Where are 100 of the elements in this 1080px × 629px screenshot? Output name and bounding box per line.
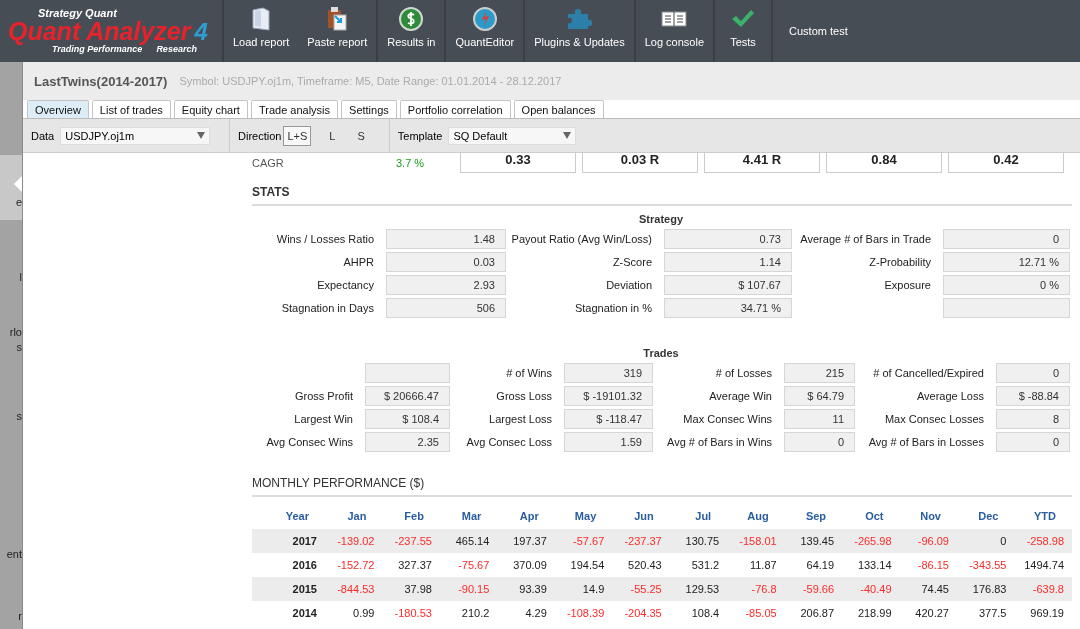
column-header: Year — [252, 503, 325, 529]
tab[interactable]: Portfolio correlation — [399, 100, 511, 118]
brand-name: Strategy Quant — [38, 7, 119, 19]
toolbar-button[interactable]: Load report — [224, 0, 299, 62]
stat-value: 0.03 — [386, 252, 506, 272]
headline-value: 0.84 — [826, 153, 942, 173]
table-cell: -639.8 — [1014, 577, 1072, 601]
tab[interactable]: Trade analysis — [250, 100, 339, 118]
table-cell: 465.14 — [439, 529, 498, 553]
table-cell: 1494.74 — [1014, 553, 1072, 577]
stat-label: Stagnation in % — [573, 301, 653, 316]
sidebar-item[interactable]: rlo — [9, 326, 22, 339]
caret-icon — [563, 132, 572, 139]
stat-value: 506 — [386, 298, 506, 318]
column-header: Nov — [899, 503, 957, 529]
stat-value: $ 108.4 — [365, 409, 450, 429]
column-header: Dec — [957, 503, 1015, 529]
column-header: Feb — [382, 503, 440, 529]
stat-value: 319 — [564, 363, 653, 383]
table-cell: 210.2 — [439, 601, 498, 625]
table-cell: 130.75 — [669, 529, 728, 553]
product-name: Quant Analyzer — [8, 19, 191, 43]
sidebar-item[interactable]: ent — [6, 548, 22, 561]
stat-label: Avg Consec Wins — [265, 435, 354, 450]
table-cell: -180.53 — [382, 601, 440, 625]
toolbar-button[interactable]: QuantEditor — [446, 0, 524, 62]
stat-value: 0 — [996, 363, 1070, 383]
table-cell: -139.02 — [325, 529, 383, 553]
direction-toggle[interactable]: L+S — [283, 125, 312, 146]
column-header: Aug — [727, 503, 785, 529]
tab[interactable]: List of trades — [91, 100, 171, 118]
year-cell: 2016 — [252, 553, 325, 577]
table-cell: 969.19 — [1014, 601, 1072, 625]
table-cell: 133.14 — [842, 553, 900, 577]
template-dropdown[interactable]: SQ Default — [448, 126, 577, 145]
sidebar-item[interactable]: s — [16, 410, 22, 423]
table-cell: -40.49 — [842, 577, 900, 601]
toolbar-button[interactable]: Plugins & Updates — [525, 0, 634, 62]
version-number: 4 — [194, 20, 208, 44]
stat-value: 1.59 — [564, 432, 653, 452]
tab[interactable]: Equity chart — [173, 100, 248, 118]
table-cell: 194.54 — [554, 553, 613, 577]
tab[interactable]: Settings — [341, 100, 397, 118]
table-cell: 14.9 — [554, 577, 613, 601]
stat-value: $ -88.84 — [996, 386, 1070, 406]
stat-label: Expectancy — [316, 278, 375, 293]
tab[interactable]: Overview — [27, 100, 89, 118]
stat-label: Z-Probability — [868, 255, 932, 270]
stat-value: 34.71 % — [664, 298, 792, 318]
column-header: Mar — [439, 503, 498, 529]
table-cell: 37.98 — [382, 577, 440, 601]
table-cell: 4.29 — [497, 601, 555, 625]
stat-label: Stagnation in Days — [280, 301, 375, 316]
direction-toggle[interactable]: S — [353, 125, 369, 146]
field-label: Template — [397, 129, 443, 142]
stat-label: # of Losses — [714, 366, 773, 381]
book-icon — [661, 10, 688, 28]
sidebar-item[interactable]: s — [16, 341, 22, 354]
table-cell: 0.99 — [325, 601, 383, 625]
table-cell: 0 — [957, 529, 1015, 553]
stat-value: $ 107.67 — [664, 275, 792, 295]
document-icon — [251, 7, 272, 31]
table-cell: -204.35 — [612, 601, 670, 625]
table-cell: -258.98 — [1014, 529, 1072, 553]
stat-label: Gross Profit — [293, 389, 354, 404]
direction-toggle[interactable]: L — [325, 125, 340, 146]
table-cell: -90.15 — [439, 577, 498, 601]
table-cell: 218.99 — [842, 601, 900, 625]
sidebar-item[interactable]: e — [15, 196, 22, 209]
tagline: Research — [156, 44, 197, 54]
table-cell: 93.39 — [497, 577, 555, 601]
table-cell: 377.5 — [957, 601, 1015, 625]
sidebar-item[interactable]: r — [18, 610, 22, 623]
table-cell: -57.67 — [554, 529, 613, 553]
toolbar-button[interactable]: Log console — [635, 0, 713, 62]
toolbar-button[interactable]: Tests — [715, 0, 771, 62]
table-cell: -86.15 — [899, 553, 957, 577]
caret-icon — [197, 132, 206, 139]
toolbar-button[interactable]: Results in — [378, 0, 445, 62]
stat-value: 0 — [784, 432, 855, 452]
metric-label: CAGR — [252, 156, 285, 171]
sidebar-item[interactable]: l — [19, 271, 22, 284]
globe-icon — [472, 7, 497, 31]
toolbar-button[interactable]: Custom test — [773, 0, 864, 62]
stat-label: Exposure — [883, 278, 932, 293]
table-cell: 197.37 — [497, 529, 555, 553]
group-heading: Strategy — [638, 213, 684, 225]
stat-label: Avg # of Bars in Wins — [666, 435, 773, 450]
stat-value: 1.14 — [664, 252, 792, 272]
stat-value: 0.73 — [664, 229, 792, 249]
tab[interactable]: Open balances — [513, 100, 604, 118]
table-cell: -158.01 — [727, 529, 785, 553]
report-subtitle: Symbol: USDJPY.oj1m, Timeframe: M5, Date Range: 01.01.2014 - 28.12.2017 — [179, 75, 562, 87]
table-cell: -96.09 — [899, 529, 957, 553]
column-header: Jun — [612, 503, 670, 529]
stat-label: Largest Win — [293, 412, 354, 427]
toolbar-button[interactable]: Paste report — [298, 0, 377, 62]
table-cell: -59.66 — [784, 577, 843, 601]
data-dropdown[interactable]: USDJPY.oj1m — [60, 126, 211, 145]
report-title: LastTwins(2014-2017) — [34, 73, 168, 89]
